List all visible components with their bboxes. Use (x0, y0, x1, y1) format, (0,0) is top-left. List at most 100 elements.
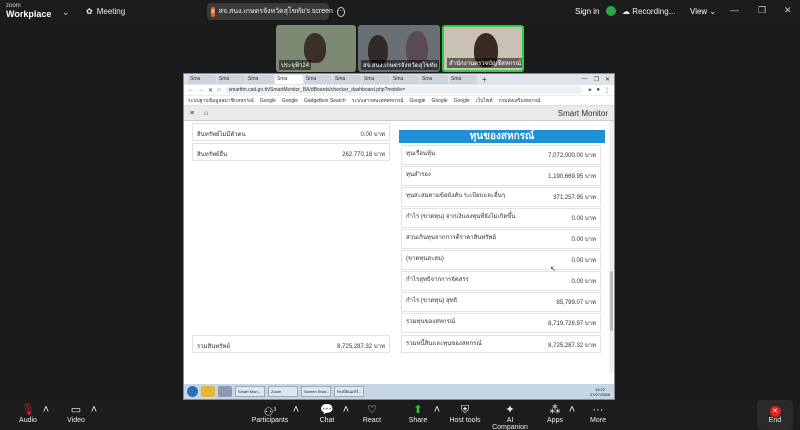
video-tile[interactable]: สจ.สนง.เกษตรจังหวัดสุโขทัย (358, 25, 440, 72)
more-button[interactable]: ··· More (587, 403, 609, 424)
video-button[interactable]: ▭ Video (64, 403, 88, 424)
bookmark[interactable]: เว็บไซต์ (476, 97, 493, 105)
close-icon[interactable]: ✕ (784, 5, 792, 16)
sharer-avatar: ส (211, 6, 215, 17)
page-scrollbar[interactable] (609, 121, 614, 373)
stop-icon[interactable]: ✕ (208, 87, 213, 94)
browser-tab[interactable]: Sma (246, 75, 274, 84)
logo-bottom-text: Workplace (6, 9, 52, 19)
file-explorer-icon[interactable] (201, 386, 215, 397)
bookmark[interactable]: Gadgetbox Search (304, 98, 346, 104)
video-tile-active[interactable]: สำนักงานตรวจบัญชีสหกรณ์... (442, 25, 524, 72)
home-icon[interactable]: ⌂ (204, 110, 208, 117)
taskbar-app[interactable]: Smart Mon... (235, 386, 265, 397)
asset-label: สินทรัพย์อื่น (197, 152, 228, 158)
more-options-icon[interactable]: ··· (336, 6, 345, 17)
browser-tab[interactable]: Sma (449, 75, 477, 84)
close-icon[interactable]: ✕ (605, 76, 610, 83)
browser-tab[interactable]: Sma (362, 75, 390, 84)
profile-icon[interactable]: ● (596, 87, 600, 93)
apps-icon: ⁂ (549, 404, 561, 416)
scrollbar-thumb[interactable] (610, 271, 613, 331)
react-button[interactable]: ♡ React (359, 403, 385, 424)
chevron-up-icon: ˄ (433, 404, 441, 416)
sign-in-button[interactable]: Sign in (575, 7, 599, 16)
equity-label: ทุนสะสมตามข้อบังคับ ระเบียบและอื่นๆ (406, 193, 506, 199)
equity-label: กำไร (ขาดทุน) จากเงินลงทุนที่ยังไม่เกิดข… (406, 214, 516, 220)
participants-options-chevron[interactable]: ˄ (292, 403, 300, 417)
share-button[interactable]: ⬆ Share (405, 403, 431, 424)
participant-video (304, 33, 326, 63)
video-tile[interactable]: ประจุฟ้า24 (276, 25, 356, 72)
notepad-icon[interactable] (218, 386, 232, 397)
share-options-chevron[interactable]: ˄ (433, 403, 441, 417)
restore-icon[interactable]: ❐ (758, 5, 766, 16)
more-icon: ··· (592, 404, 604, 416)
bookmark[interactable]: Google (409, 98, 425, 104)
react-label: React (362, 417, 382, 424)
meeting-button[interactable]: ✿ Meeting (86, 7, 125, 16)
bookmark[interactable]: ระบบฐานข้อมูลสมาชิกสหกรณ์ (188, 97, 254, 105)
bookmark[interactable]: ระบบสารสนเทศสหกรณ์ (352, 97, 404, 105)
end-button[interactable]: ✕ End (762, 403, 788, 424)
cloud-icon: ☁ (622, 7, 633, 16)
minimize-icon[interactable]: — (730, 5, 739, 15)
equity-value: 85,799.07 บาท (556, 300, 597, 306)
chat-button[interactable]: 💬 Chat (314, 403, 340, 424)
browser-tab[interactable]: Sma (304, 75, 332, 84)
security-shield-icon[interactable] (606, 6, 616, 16)
asset-row: สินทรัพย์ไม่มีตัวตน 0.00 บาท (192, 123, 390, 141)
browser-tab[interactable]: Sma (333, 75, 361, 84)
participants-button[interactable]: ⚇3 Participants (250, 403, 290, 424)
equity-label: ทุนสำรอง (406, 172, 431, 178)
bookmark[interactable]: Google (282, 98, 298, 104)
host-tools-button[interactable]: ⛨ Host tools (448, 403, 482, 424)
equity-row: กำไร (ขาดทุน) สุทธิ 85,799.07 บาท (401, 292, 601, 312)
browser-tab-active[interactable]: Sma (275, 75, 303, 84)
recording-indicator[interactable]: ☁ Recording... (622, 7, 675, 16)
audio-label: Audio (19, 417, 37, 424)
equity-label: กำไร (ขาดทุน) สุทธิ (406, 298, 458, 304)
app-title: Smart Monitor (557, 108, 608, 118)
start-icon[interactable] (187, 386, 198, 397)
zoom-toolbar: 🎙 Audio ˄ ▭ Video ˄ ⚇3 Participants ˄ 💬 … (0, 400, 800, 430)
bookmark[interactable]: Google (454, 98, 470, 104)
equity-value: 0.00 บาท (571, 279, 596, 285)
home-icon[interactable]: ⌂ (217, 87, 221, 93)
back-icon[interactable]: ← (188, 87, 194, 93)
menu-icon[interactable]: ⋮ (604, 87, 610, 94)
screen-share-indicator[interactable]: ส สจ.สนง.เกษตรจังหวัดสุโขทัย's screen ··… (207, 3, 345, 20)
tile-name: ประจุฟ้า24 (279, 60, 312, 70)
taskbar-app[interactable]: Screen Shar... (301, 386, 331, 397)
url-field[interactable]: smartfm.cad.go.th/SmartMonitor_BA/dBoard… (224, 86, 584, 94)
taskbar-clock[interactable]: 15:22 07/07/2568 (590, 387, 614, 397)
hamburger-icon[interactable]: ≡ (190, 110, 194, 117)
chevron-down-icon[interactable]: ⌄ (62, 7, 70, 18)
taskbar-app[interactable]: ทะเบียนแชร์... (334, 386, 364, 397)
equity-row: (ขาดทุนสะสม) 0.00 บาท (401, 250, 601, 270)
extensions-icon[interactable]: ✦ (587, 87, 592, 94)
apps-button[interactable]: ⁂ Apps (544, 403, 566, 424)
chat-icon: 💬 (320, 404, 334, 416)
taskbar-app[interactable]: Zoom (268, 386, 298, 397)
bookmark[interactable]: Google (260, 98, 276, 104)
apps-options-chevron[interactable]: ˄ (568, 403, 576, 417)
video-options-chevron[interactable]: ˄ (90, 403, 98, 417)
forward-icon[interactable]: → (198, 87, 204, 93)
browser-tab[interactable]: Sma (188, 75, 216, 84)
browser-tab[interactable]: Sma (217, 75, 245, 84)
asset-row: สินทรัพย์อื่น 262,770.18 บาท (192, 143, 390, 161)
bookmark[interactable]: Google (431, 98, 447, 104)
ai-companion-button[interactable]: ✦ AI Companion (488, 403, 532, 430)
new-tab-icon[interactable]: + (482, 75, 487, 84)
browser-tab[interactable]: Sma (391, 75, 419, 84)
audio-options-chevron[interactable]: ˄ (42, 403, 50, 417)
chat-options-chevron[interactable]: ˄ (342, 403, 350, 417)
audio-button[interactable]: 🎙 Audio (16, 403, 40, 424)
restore-icon[interactable]: ❐ (594, 76, 599, 83)
bookmark[interactable]: กรมส่งเสริมสหกรณ์ (499, 97, 541, 105)
minimize-icon[interactable]: — (582, 76, 588, 83)
zoom-top-bar: zoom Workplace ⌄ ✿ Meeting ส สจ.สนง.เกษต… (0, 0, 800, 24)
view-button[interactable]: View ⌄ (690, 7, 716, 16)
browser-tab[interactable]: Sma (420, 75, 448, 84)
